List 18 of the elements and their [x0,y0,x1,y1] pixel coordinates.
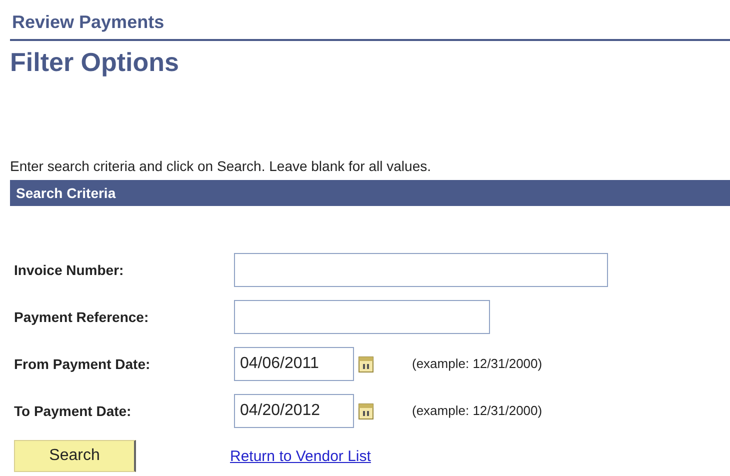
calendar-icon[interactable] [358,402,374,420]
input-field[interactable] [234,252,608,286]
page-title: Review Payments [10,12,730,41]
example-hint: (example: 12/31/2000) [412,403,542,418]
page-heading: Filter Options [10,47,180,78]
search-button[interactable]: Search [14,440,136,472]
example-hint: (example: 12/31/2000) [412,356,542,371]
field-label: Payment Reference: [13,308,150,324]
input-field[interactable] [234,300,490,334]
instructions-text: Enter search criteria and click on Search. Leave blank for all values. [10,158,432,174]
section-header: Search Criteria [10,180,730,206]
field-label: To Payment Date: [13,402,132,418]
field-label: Invoice Number: [13,262,125,278]
date-field[interactable]: 04/06/2011 [234,346,354,380]
field-label: From Payment Date: [13,356,152,372]
return-link[interactable]: Return to Vendor List [230,448,371,464]
calendar-icon[interactable] [358,354,374,372]
date-field[interactable]: 04/20/2012 [234,394,354,428]
